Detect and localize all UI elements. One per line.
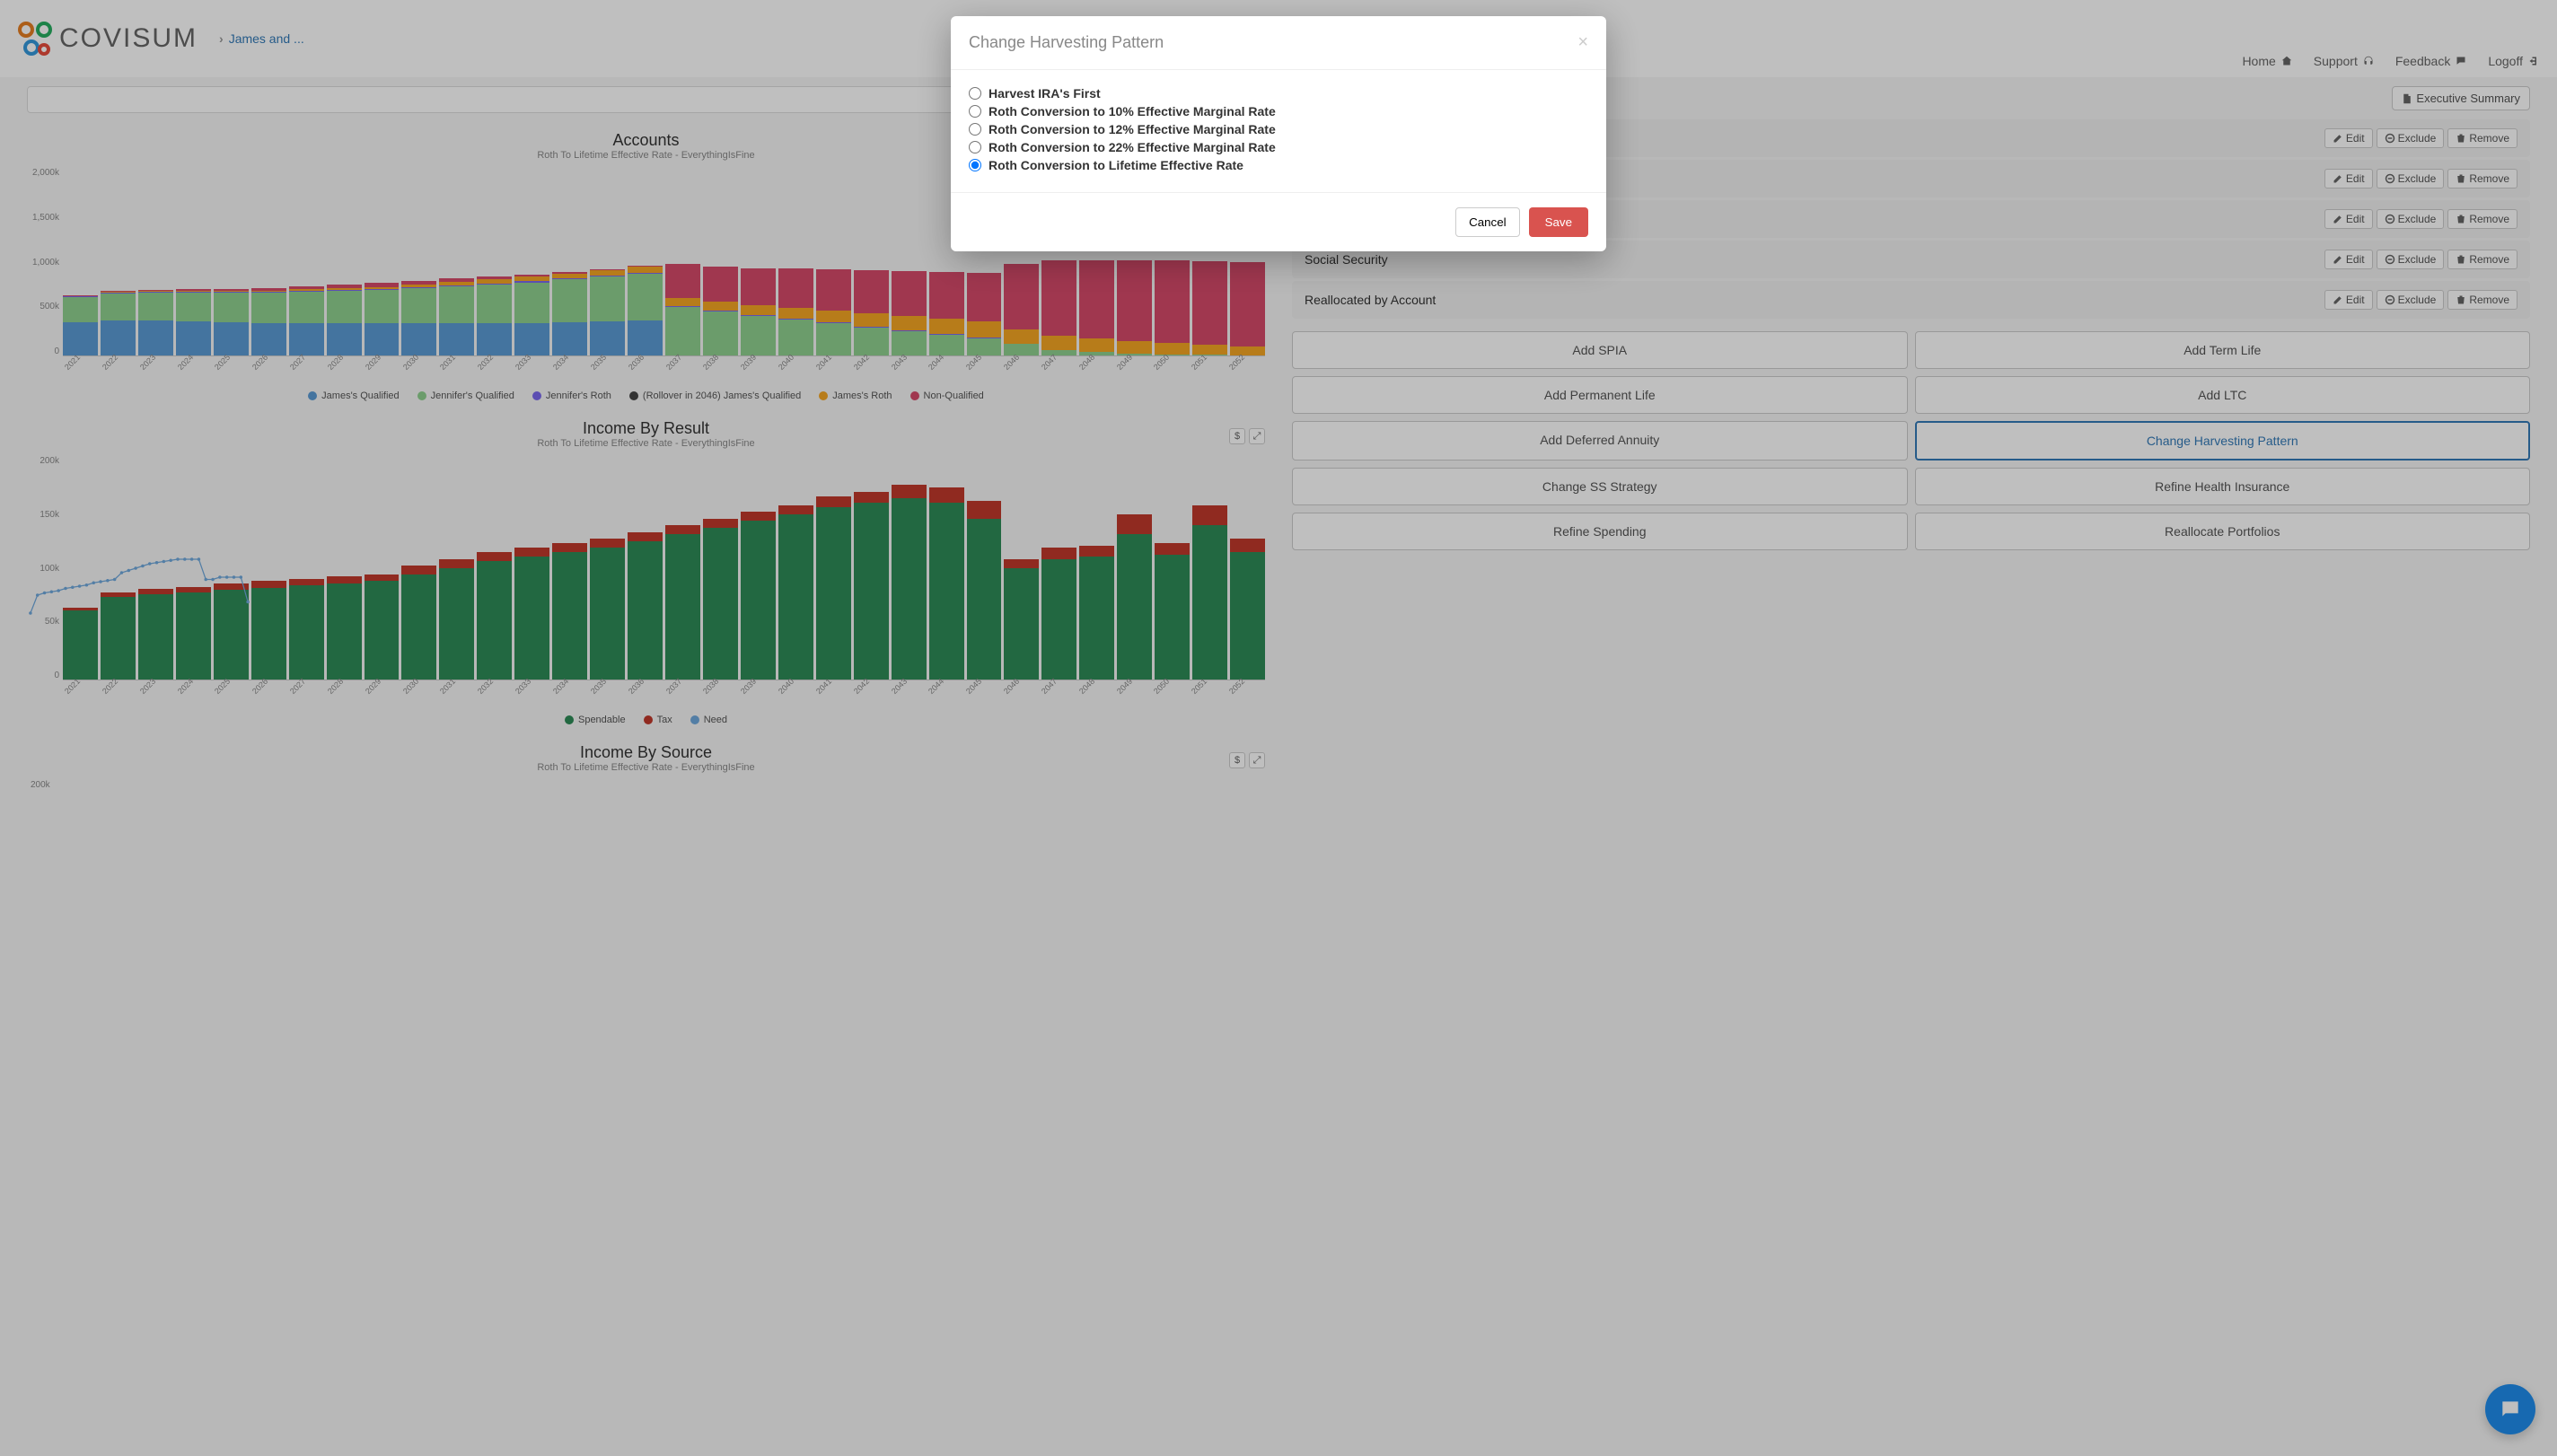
radio-input[interactable]	[969, 141, 981, 153]
harvest-option[interactable]: Roth Conversion to 10% Effective Margina…	[969, 104, 1588, 118]
radio-input[interactable]	[969, 105, 981, 118]
harvest-option[interactable]: Roth Conversion to 12% Effective Margina…	[969, 122, 1588, 136]
cancel-button[interactable]: Cancel	[1455, 207, 1520, 237]
save-button[interactable]: Save	[1529, 207, 1588, 237]
change-harvesting-modal: Change Harvesting Pattern × Harvest IRA'…	[951, 16, 1606, 251]
harvest-option[interactable]: Roth Conversion to Lifetime Effective Ra…	[969, 158, 1588, 172]
radio-input[interactable]	[969, 159, 981, 171]
harvest-option[interactable]: Harvest IRA's First	[969, 86, 1588, 101]
radio-input[interactable]	[969, 123, 981, 136]
close-icon[interactable]: ×	[1577, 32, 1588, 53]
harvest-option[interactable]: Roth Conversion to 22% Effective Margina…	[969, 140, 1588, 154]
modal-title: Change Harvesting Pattern	[969, 33, 1164, 52]
radio-input[interactable]	[969, 87, 981, 100]
